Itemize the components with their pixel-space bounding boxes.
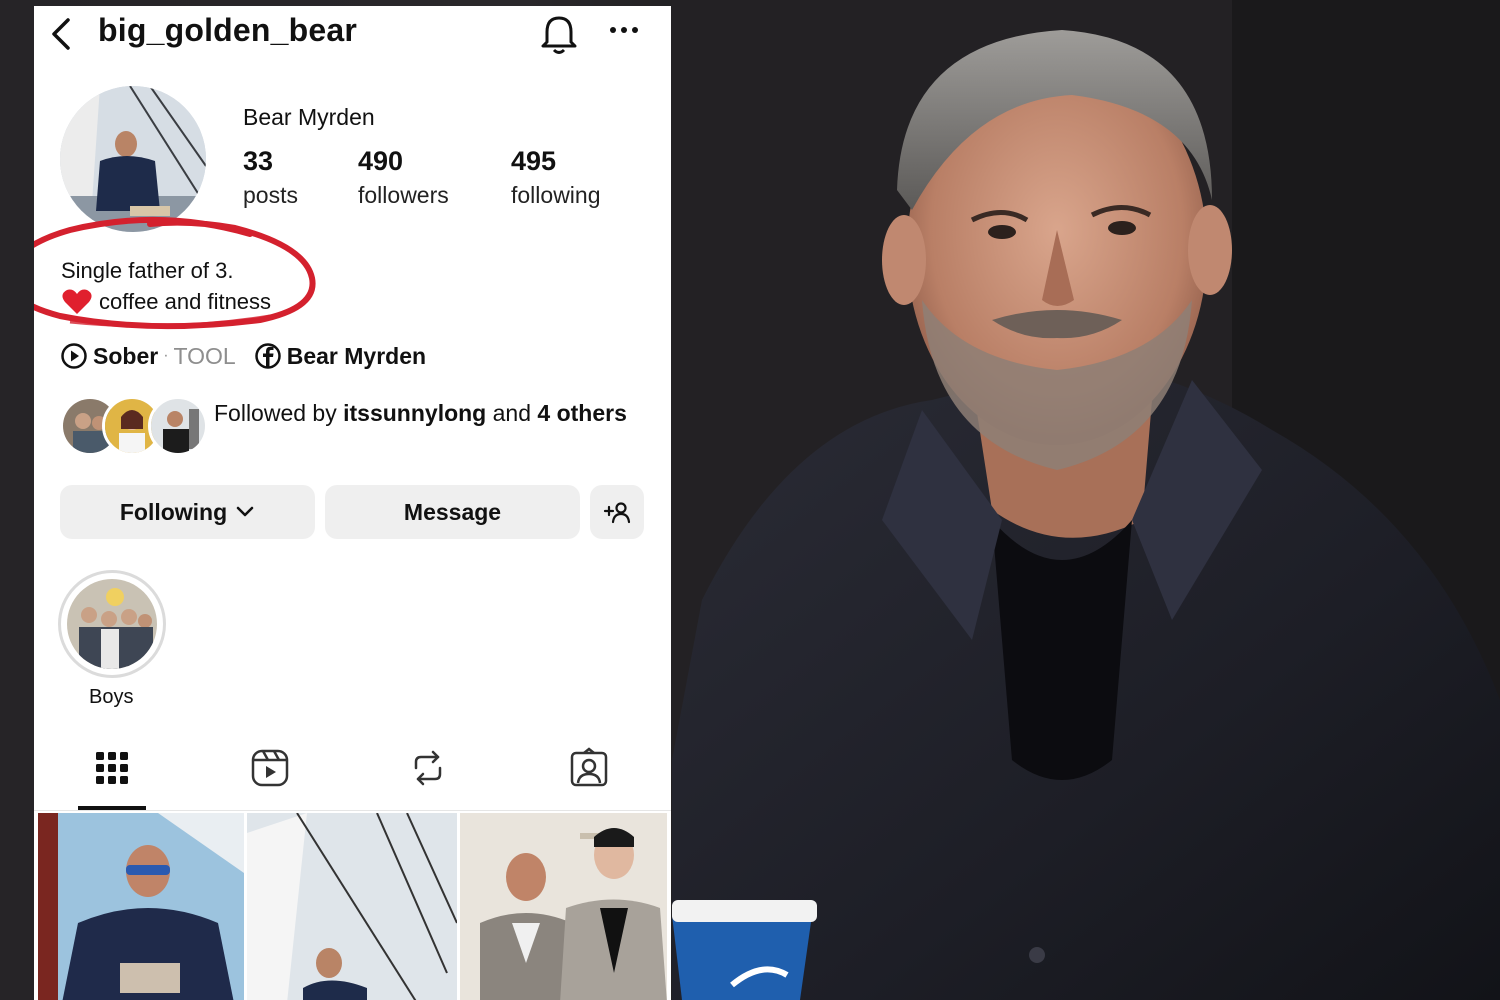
following-button[interactable]: Following — [60, 485, 315, 539]
followers-label[interactable]: followers — [358, 182, 449, 209]
more-options-icon[interactable] — [608, 20, 640, 40]
highlight-label: Boys — [89, 686, 134, 708]
followers-count[interactable]: 490 — [358, 146, 403, 177]
following-button-label: Following — [119, 498, 228, 525]
profile-username: big_golden_bear — [98, 12, 358, 48]
red-annotation-circle — [34, 216, 316, 330]
post-thumbnail[interactable] — [460, 813, 667, 1000]
tagged-tab-icon[interactable] — [567, 746, 611, 790]
music-title[interactable]: Sober — [93, 343, 158, 370]
profile-avatar[interactable] — [60, 86, 206, 232]
display-name: Bear Myrden — [243, 104, 375, 130]
following-count[interactable]: 495 — [511, 146, 556, 177]
posts-label[interactable]: posts — [243, 182, 298, 209]
posts-count[interactable]: 33 — [243, 146, 273, 177]
reposts-tab-icon[interactable] — [406, 746, 450, 790]
followed-by-user[interactable]: itssunnylong — [343, 400, 486, 426]
instagram-profile-screenshot: big_golden_bear Bear Myrden 33 posts 490… — [34, 6, 671, 1000]
back-arrow-icon[interactable] — [46, 12, 76, 52]
mutual-avatar — [148, 396, 208, 456]
reels-tab-icon[interactable] — [248, 746, 292, 790]
mutual-followers-avatars[interactable] — [60, 396, 208, 456]
music-play-icon — [61, 343, 87, 369]
post-thumbnail[interactable] — [247, 813, 457, 1000]
followed-by-others[interactable]: 4 others — [537, 400, 626, 426]
grid-tab-icon[interactable] — [90, 746, 134, 790]
add-person-icon — [603, 502, 631, 524]
music-artist[interactable]: TOOL — [174, 343, 236, 370]
post-thumbnail[interactable] — [38, 813, 244, 1000]
followed-by-prefix: Followed by — [214, 400, 344, 426]
facebook-icon — [254, 343, 281, 369]
message-button[interactable]: Message — [325, 485, 580, 539]
followed-by-and: and — [486, 400, 538, 426]
chevron-down-icon — [236, 506, 254, 517]
followed-by-text[interactable]: Followed by itssunnylong and 4 others — [214, 398, 634, 429]
facebook-link[interactable]: Bear Myrden — [287, 343, 426, 370]
message-button-label: Message — [403, 498, 502, 525]
following-label[interactable]: following — [511, 182, 601, 209]
man-photo — [672, 0, 1500, 1000]
profile-links-row: Sober · TOOL Bear Myrden — [60, 338, 426, 374]
suggested-users-button[interactable] — [590, 485, 644, 539]
tab-divider — [34, 810, 671, 811]
notifications-bell-icon[interactable] — [539, 12, 579, 56]
music-separator: · — [163, 347, 169, 364]
highlight-thumbnail — [67, 579, 157, 669]
story-highlight-boys[interactable] — [58, 570, 166, 678]
